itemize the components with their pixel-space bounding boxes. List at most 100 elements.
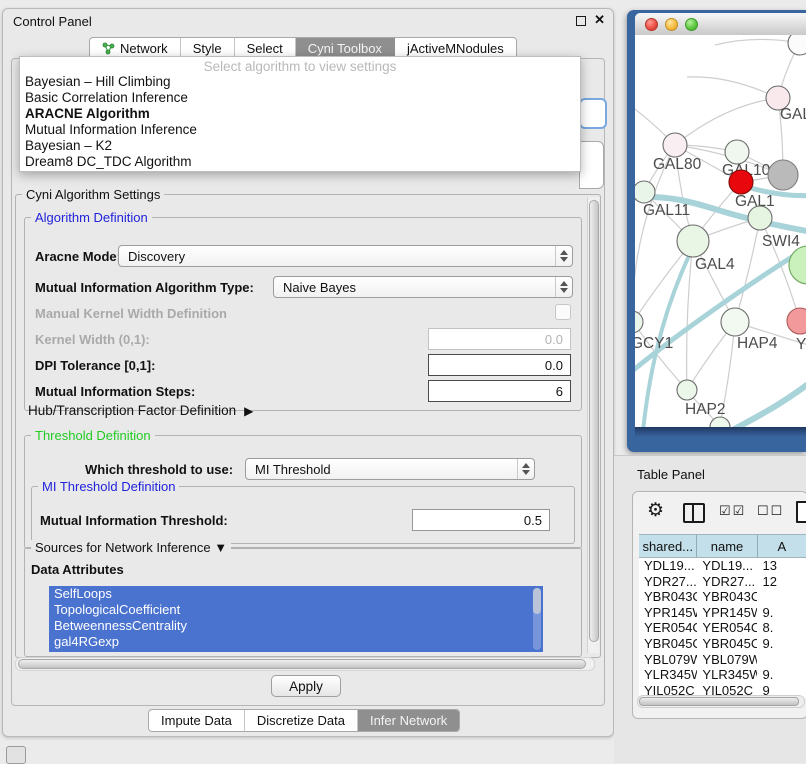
table-horizontal-scrollbar[interactable]: [637, 695, 805, 708]
float-panel-icon[interactable]: [576, 16, 586, 26]
aracne-mode-select[interactable]: Discovery: [118, 245, 573, 267]
table-row[interactable]: YLR345WYLR345W9.: [639, 667, 806, 683]
algorithm-option[interactable]: Bayesian – K2: [20, 138, 580, 154]
collapse-arrow-icon[interactable]: ▼: [214, 540, 227, 555]
collapsed-panel-icon[interactable]: [6, 746, 26, 764]
zoom-window-icon[interactable]: [685, 18, 698, 31]
network-node[interactable]: [635, 181, 655, 203]
table-cell: YLR345W: [639, 667, 697, 683]
hub-transcription-factor-section[interactable]: Hub/Transcription Factor Definition▶: [28, 403, 253, 418]
kernel-width-field[interactable]: 0.0: [428, 328, 571, 350]
network-node[interactable]: [677, 225, 709, 257]
network-node[interactable]: [768, 160, 798, 190]
table-cell: YBR043C: [697, 589, 757, 605]
table-cell: 9.: [757, 605, 806, 621]
network-node-label: GAL: [780, 106, 806, 123]
mi-threshold-field[interactable]: 0.5: [412, 509, 550, 531]
tab-discretize-data[interactable]: Discretize Data: [245, 710, 358, 731]
table-row[interactable]: YDR27...YDR27...12: [639, 574, 806, 590]
table-row[interactable]: YBR045CYBR045C9.: [639, 636, 806, 652]
network-view-window[interactable]: GALGAL80GAL10GAL1GAL11SWI4GAL4GCY1HAP4YH…: [627, 10, 806, 452]
close-panel-icon[interactable]: ✕: [594, 12, 605, 28]
settings-vertical-scrollbar[interactable]: [587, 197, 599, 653]
table-row[interactable]: YER054CYER054C8.: [639, 620, 806, 636]
network-edge[interactable]: [735, 218, 760, 322]
table-cell: YER054C: [697, 620, 757, 636]
split-columns-icon[interactable]: [683, 503, 705, 523]
settings-horizontal-scrollbar[interactable]: [15, 657, 595, 671]
cyni-algorithm-settings-title: Cyni Algorithm Settings: [22, 187, 164, 202]
network-node[interactable]: [787, 308, 806, 334]
expand-arrow-icon[interactable]: ▶: [244, 404, 253, 418]
export-table-icon[interactable]: [796, 501, 806, 523]
which-threshold-select[interactable]: MI Threshold: [245, 458, 535, 480]
dpi-tolerance-field[interactable]: 0.0: [428, 354, 571, 376]
network-window-titlebar[interactable]: [635, 13, 806, 36]
table-header-row: shared... name A: [639, 534, 806, 558]
table-hscroll-thumb[interactable]: [639, 697, 799, 706]
network-node[interactable]: [635, 311, 643, 333]
algorithm-option[interactable]: Bayesian – Hill Climbing: [20, 74, 580, 90]
table-cell: 12: [757, 574, 806, 590]
deselect-all-checkbox-icon[interactable]: ☐☐: [757, 503, 784, 519]
list-scrollbar[interactable]: [533, 588, 541, 650]
table-cell: YBR043C: [639, 589, 697, 605]
table-cell: 9.: [757, 667, 806, 683]
column-header-partial[interactable]: A: [758, 535, 806, 557]
settings-gear-icon[interactable]: ⚙: [647, 501, 664, 521]
combo-stepper-icon: [555, 277, 572, 297]
network-edge[interactable]: [715, 39, 800, 45]
table-cell: YLR345W: [697, 667, 757, 683]
minimize-window-icon[interactable]: [665, 18, 678, 31]
data-attribute-item[interactable]: gal4RGexp: [49, 634, 543, 650]
list-scrollbar-thumb[interactable]: [533, 588, 541, 614]
network-node[interactable]: [729, 170, 753, 194]
algorithm-option[interactable]: Basic Correlation Inference: [20, 90, 580, 106]
settings-hscroll-thumb[interactable]: [18, 659, 586, 669]
network-node[interactable]: [677, 380, 697, 400]
tab-impute-data[interactable]: Impute Data: [149, 710, 245, 731]
dpi-tolerance-label: DPI Tolerance [0,1]:: [35, 358, 155, 373]
mi-algorithm-type-select[interactable]: Naive Bayes: [273, 276, 573, 298]
network-node[interactable]: [725, 140, 749, 164]
select-all-checkbox-icon[interactable]: ☑☑: [719, 503, 746, 519]
network-edge[interactable]: [727, 377, 806, 427]
mi-steps-label: Mutual Information Steps:: [35, 384, 195, 399]
algorithm-option[interactable]: Mutual Information Inference: [20, 122, 580, 138]
algorithm-option[interactable]: Dream8 DC_TDC Algorithm: [20, 154, 580, 170]
tab-infer-network-label: Infer Network: [370, 713, 447, 728]
data-attribute-item[interactable]: BetweennessCentrality: [49, 618, 543, 634]
network-edge[interactable]: [675, 98, 778, 145]
table-row[interactable]: YDL19...YDL19...13: [639, 558, 806, 574]
table-panel-card: ⚙ ☑☑ ☐☐ shared... name A YDL19...YDL19..…: [632, 491, 806, 719]
network-node[interactable]: [721, 308, 749, 336]
table-row[interactable]: YBR043CYBR043C: [639, 589, 806, 605]
close-window-icon[interactable]: [645, 18, 658, 31]
network-node[interactable]: [748, 206, 772, 230]
table-cell: YDL19...: [697, 558, 757, 574]
mi-steps-field[interactable]: 6: [428, 380, 571, 402]
manual-kernel-width-checkbox[interactable]: [555, 304, 571, 320]
network-canvas[interactable]: GALGAL80GAL10GAL1GAL11SWI4GAL4GCY1HAP4YH…: [635, 35, 806, 427]
column-header-name[interactable]: name: [697, 535, 757, 557]
network-node[interactable]: [663, 133, 687, 157]
network-node-label: GAL80: [653, 156, 702, 173]
table-panel-title: Table Panel: [637, 467, 705, 482]
network-node[interactable]: [789, 246, 806, 284]
data-attribute-item[interactable]: TopologicalCoefficient: [49, 602, 543, 618]
obscured-combo-fragment: [579, 141, 604, 189]
tab-infer-network[interactable]: Infer Network: [358, 710, 459, 731]
table-cell: YDR27...: [697, 574, 757, 590]
column-header-shared-name[interactable]: shared...: [639, 535, 697, 557]
data-attribute-item[interactable]: SelfLoops: [49, 586, 543, 602]
network-edge[interactable]: [687, 77, 778, 98]
network-node[interactable]: [788, 35, 806, 55]
table-row[interactable]: YBL079WYBL079W: [639, 652, 806, 668]
tab-discretize-data-label: Discretize Data: [257, 713, 345, 728]
mi-threshold-label: Mutual Information Threshold:: [40, 513, 228, 528]
algorithm-option[interactable]: ARACNE Algorithm: [20, 106, 580, 122]
data-attributes-list[interactable]: SelfLoopsTopologicalCoefficientBetweenne…: [49, 586, 543, 652]
settings-vscroll-thumb[interactable]: [589, 200, 599, 642]
table-row[interactable]: YPR145WYPR145W9.: [639, 605, 806, 621]
apply-button[interactable]: Apply: [271, 675, 341, 697]
